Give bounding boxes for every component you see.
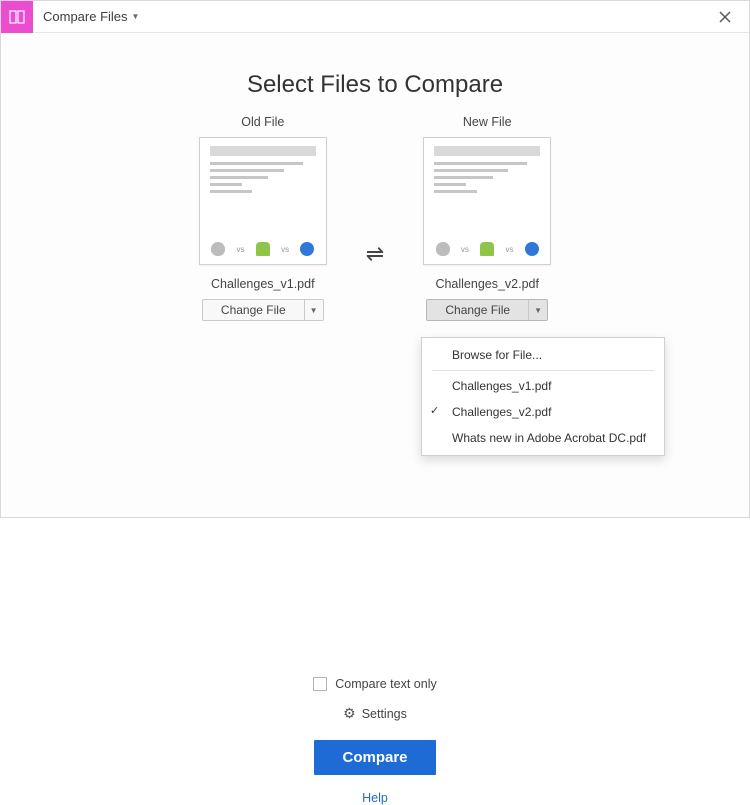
compare-files-dialog: Compare Files ▼ Select Files to Compare … — [0, 0, 750, 518]
change-file-dropdown: Browse for File... Challenges_v1.pdf ✓ C… — [421, 337, 665, 456]
dropdown-separator — [432, 370, 654, 371]
new-change-file-label: Change File — [427, 300, 529, 320]
caret-down-icon[interactable]: ▼ — [305, 300, 323, 320]
app-title-menu[interactable]: Compare Files ▼ — [43, 9, 139, 24]
old-change-file-button[interactable]: Change File ▼ — [202, 299, 324, 321]
windows-icon — [525, 242, 539, 256]
dropdown-file-item[interactable]: ✓ Challenges_v2.pdf — [422, 399, 664, 425]
swap-files-button[interactable]: ⇌ — [362, 237, 388, 271]
dropdown-browse-item[interactable]: Browse for File... — [422, 342, 664, 368]
new-change-file-button[interactable]: Change File ▼ — [426, 299, 548, 321]
close-icon — [719, 11, 731, 23]
swap-icon: ⇌ — [366, 241, 384, 266]
compare-row: Old File vs vs Challenges_v1.pdf Change — [1, 115, 749, 321]
compare-button[interactable]: Compare — [314, 740, 435, 775]
old-file-thumbnail[interactable]: vs vs — [199, 137, 327, 265]
caret-down-icon[interactable]: ▼ — [529, 300, 547, 320]
compare-text-only-row[interactable]: Compare text only — [313, 677, 436, 691]
compare-text-only-label: Compare text only — [335, 677, 436, 691]
android-icon — [480, 242, 494, 256]
windows-icon — [300, 242, 314, 256]
settings-label: Settings — [362, 707, 407, 721]
old-file-label: Old File — [241, 115, 284, 129]
gear-icon: ⚙ — [343, 705, 356, 722]
dropdown-file-item[interactable]: Challenges_v1.pdf — [422, 373, 664, 399]
new-file-column: New File vs vs Challenges_v2.pdf Change — [402, 115, 572, 321]
new-file-name: Challenges_v2.pdf — [435, 277, 539, 291]
old-file-column: Old File vs vs Challenges_v1.pdf Change — [178, 115, 348, 321]
caret-down-icon: ▼ — [132, 12, 140, 21]
close-button[interactable] — [711, 3, 739, 31]
apple-icon — [436, 242, 450, 256]
android-icon — [256, 242, 270, 256]
compare-text-only-checkbox[interactable] — [313, 677, 327, 691]
old-file-name: Challenges_v1.pdf — [211, 277, 315, 291]
dropdown-file-item[interactable]: Whats new in Adobe Acrobat DC.pdf — [422, 425, 664, 451]
new-file-thumbnail[interactable]: vs vs — [423, 137, 551, 265]
help-link[interactable]: Help — [362, 791, 388, 805]
settings-button[interactable]: ⚙ Settings — [343, 705, 407, 722]
old-change-file-label: Change File — [203, 300, 305, 320]
apple-icon — [211, 242, 225, 256]
titlebar: Compare Files ▼ — [1, 1, 749, 33]
check-icon: ✓ — [430, 404, 439, 417]
app-title-text: Compare Files — [43, 9, 128, 24]
options-column: Compare text only ⚙ Settings Compare Hel… — [1, 677, 749, 805]
page-title: Select Files to Compare — [1, 71, 749, 99]
new-file-label: New File — [463, 115, 512, 129]
app-icon — [1, 1, 33, 33]
